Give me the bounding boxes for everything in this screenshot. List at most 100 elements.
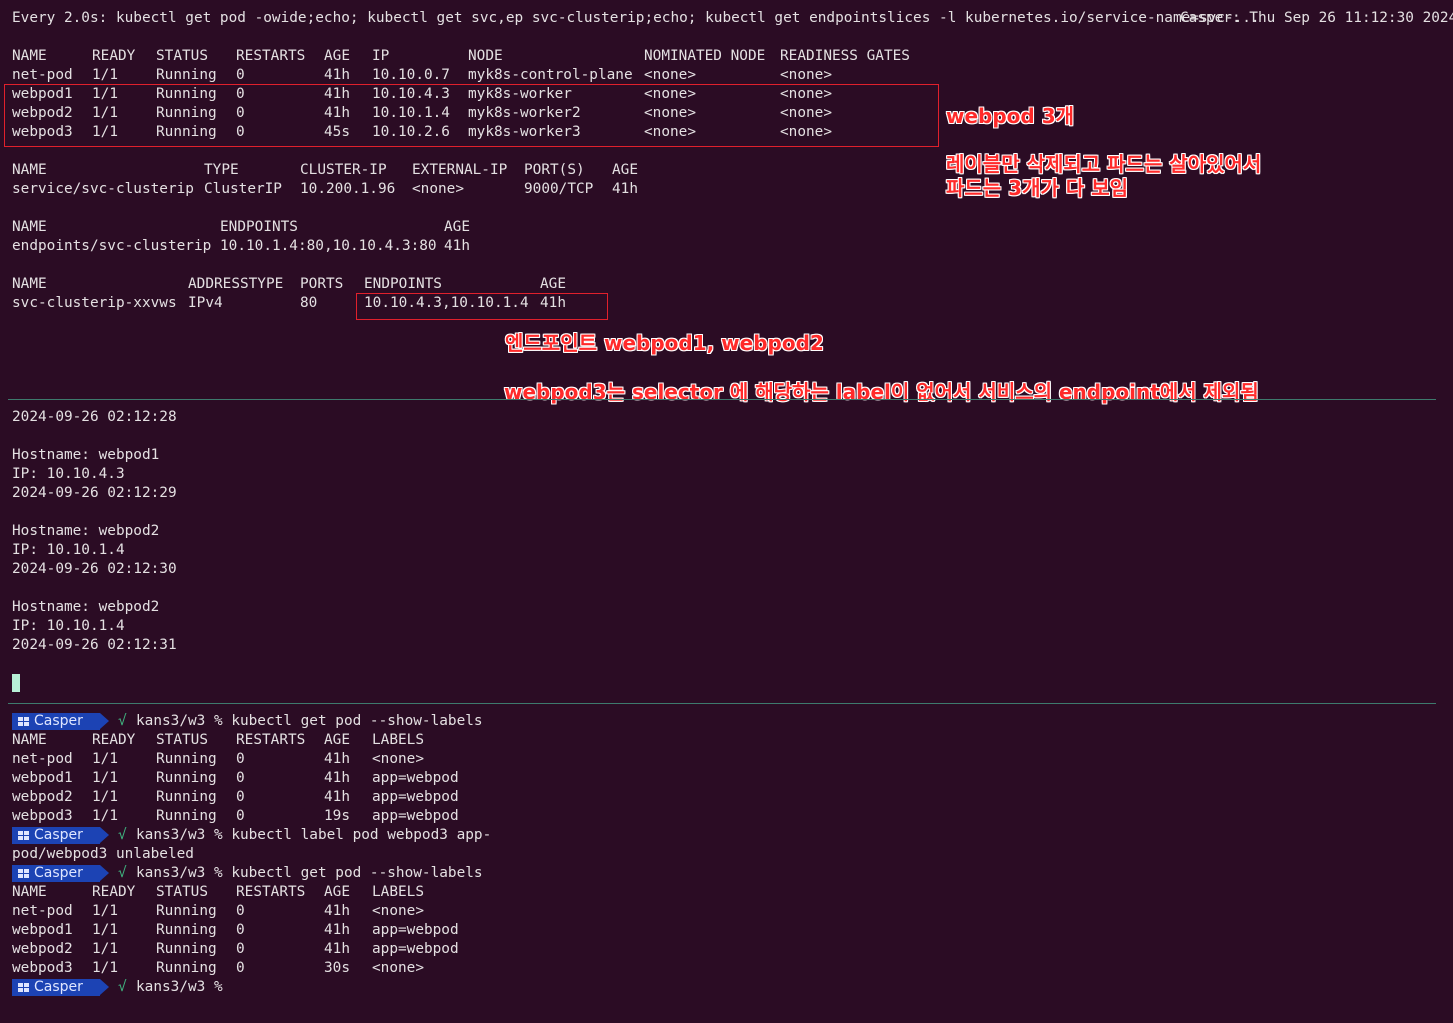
- col-labels: LABELS: [372, 732, 424, 748]
- cell-restarts: 0: [236, 770, 245, 786]
- col-name: NAME: [12, 732, 47, 748]
- prompt-arrow-icon: [100, 827, 109, 843]
- cell-labels: app=webpod: [372, 808, 459, 824]
- cell-age: 41h: [444, 238, 470, 254]
- cell-ready: 1/1: [92, 960, 118, 976]
- cell-ready: 1/1: [92, 941, 118, 957]
- cell-labels: <none>: [372, 960, 424, 976]
- watch-command: Every 2.0s: kubectl get pod -owide;echo;…: [12, 10, 1260, 26]
- col-type: TYPE: [204, 162, 239, 178]
- log-line: Hostname: webpod1: [12, 447, 160, 463]
- col-ports: PORTS: [300, 276, 344, 292]
- cell-restarts: 0: [236, 751, 245, 767]
- table-row: webpod2 1/1 Running 0 41h app=webpod: [0, 940, 1453, 959]
- command-text: kubectl get pod --show-labels: [231, 713, 483, 729]
- prompt-badge: Casper: [12, 865, 100, 882]
- cell-ready: 1/1: [92, 67, 118, 83]
- prompt-badge: Casper: [12, 713, 100, 730]
- prompt-user: Casper: [34, 713, 83, 729]
- cell-status: Running: [156, 960, 217, 976]
- annotation-labels-deleted-1: 레이블만 삭제되고 파드는 살아있어서: [946, 152, 1262, 176]
- col-age: AGE: [540, 276, 566, 292]
- col-age: AGE: [612, 162, 638, 178]
- col-node: NODE: [468, 48, 503, 64]
- col-restarts: RESTARTS: [236, 732, 306, 748]
- col-name: NAME: [12, 219, 47, 235]
- table-row: webpod1 1/1 Running 0 41h app=webpod: [0, 921, 1453, 940]
- cell-restarts: 0: [236, 67, 245, 83]
- cell-status: Running: [156, 751, 217, 767]
- col-age: AGE: [324, 732, 350, 748]
- shell-input-prompt[interactable]: Casper √ kans3/w3 %: [12, 978, 1412, 997]
- cell-age: 41h: [324, 941, 350, 957]
- table-row: net-pod 1/1 Running 0 41h 10.10.0.7 myk8…: [0, 66, 1453, 85]
- cell-status: Running: [156, 789, 217, 805]
- col-cluster-ip: CLUSTER-IP: [300, 162, 387, 178]
- cell-ready: 1/1: [92, 922, 118, 938]
- annotation-endpoints: 엔드포인트 webpod1, webpod2: [505, 331, 824, 355]
- cell-age: 41h: [612, 181, 638, 197]
- col-ready: READY: [92, 732, 136, 748]
- cell-nominated: <none>: [644, 67, 696, 83]
- col-endpoints: ENDPOINTS: [220, 219, 298, 235]
- cell-name: svc-clusterip-xxvws: [12, 295, 177, 311]
- cell-ready: 1/1: [92, 808, 118, 824]
- col-status: STATUS: [156, 732, 208, 748]
- log-line: IP: 10.10.1.4: [12, 542, 125, 558]
- cell-labels: app=webpod: [372, 789, 459, 805]
- col-name: NAME: [12, 48, 47, 64]
- cell-status: Running: [156, 67, 217, 83]
- annotation-labels-deleted-2: 파드는 3개가 다 보임: [946, 176, 1129, 200]
- prompt-path: kans3/w3 %: [136, 827, 223, 843]
- cell-endpoints: 10.10.1.4:80,10.10.4.3:80: [220, 238, 437, 254]
- check-icon: √: [118, 865, 127, 881]
- cell-name: webpod1: [12, 922, 73, 938]
- table-row: webpod1 1/1 Running 0 41h app=webpod: [0, 769, 1453, 788]
- cell-name: endpoints/svc-clusterip: [12, 238, 212, 254]
- cell-ports: 9000/TCP: [524, 181, 594, 197]
- cell-age: 41h: [324, 922, 350, 938]
- cell-type: ClusterIP: [204, 181, 282, 197]
- log-line: Hostname: webpod2: [12, 599, 160, 615]
- windows-icon: [18, 831, 30, 841]
- labels-header: NAME READY STATUS RESTARTS AGE LABELS: [0, 731, 1453, 750]
- cell-external-ip: <none>: [412, 181, 464, 197]
- cell-age: 41h: [324, 751, 350, 767]
- col-endpoints: ENDPOINTS: [364, 276, 442, 292]
- col-restarts: RESTARTS: [236, 48, 306, 64]
- webpods-highlight-box: [4, 84, 939, 147]
- col-status: STATUS: [156, 48, 208, 64]
- terminal-cursor: [12, 674, 20, 692]
- endpoints-highlight-box: [356, 293, 608, 320]
- check-icon: √: [118, 827, 127, 843]
- annotation-webpod-count: webpod 3개: [946, 104, 1075, 128]
- cell-restarts: 0: [236, 960, 245, 976]
- prompt-arrow-icon: [100, 713, 109, 729]
- col-age: AGE: [324, 48, 350, 64]
- col-ports: PORT(S): [524, 162, 585, 178]
- prompt-command: kans3/w3 % kubectl get pod --show-labels: [136, 864, 483, 883]
- table-row: svc-clusterip-xxvws IPv4 80 10.10.4.3,10…: [0, 294, 1453, 313]
- table-row: net-pod 1/1 Running 0 41h <none>: [0, 902, 1453, 921]
- cell-cluster-ip: 10.200.1.96: [300, 181, 396, 197]
- col-name: NAME: [12, 276, 47, 292]
- cell-ready: 1/1: [92, 903, 118, 919]
- table-row: endpoints/svc-clusterip 10.10.1.4:80,10.…: [0, 237, 1453, 256]
- prompt-path: kans3/w3 %: [136, 979, 223, 995]
- prompt-command: kans3/w3 % kubectl get pod --show-labels: [136, 712, 483, 731]
- col-ready: READY: [92, 884, 136, 900]
- cell-node: myk8s-control-plane: [468, 67, 633, 83]
- pods-wide-header: NAME READY STATUS RESTARTS AGE IP NODE N…: [0, 47, 1453, 66]
- shell-prompt: Casper √ kans3/w3 % kubectl label pod we…: [12, 826, 1412, 845]
- prompt-arrow-icon: [100, 865, 109, 881]
- prompt-user: Casper: [34, 979, 83, 995]
- cell-restarts: 0: [236, 789, 245, 805]
- prompt-badge: Casper: [12, 979, 100, 996]
- cell-status: Running: [156, 922, 217, 938]
- cell-age: 41h: [324, 789, 350, 805]
- endpointslices-header: NAME ADDRESSTYPE PORTS ENDPOINTS AGE: [0, 275, 1453, 294]
- cell-addresstype: IPv4: [188, 295, 223, 311]
- windows-icon: [18, 983, 30, 993]
- cell-status: Running: [156, 770, 217, 786]
- shell-pane[interactable]: Casper √ kans3/w3 % kubectl get pod --sh…: [0, 703, 1453, 1023]
